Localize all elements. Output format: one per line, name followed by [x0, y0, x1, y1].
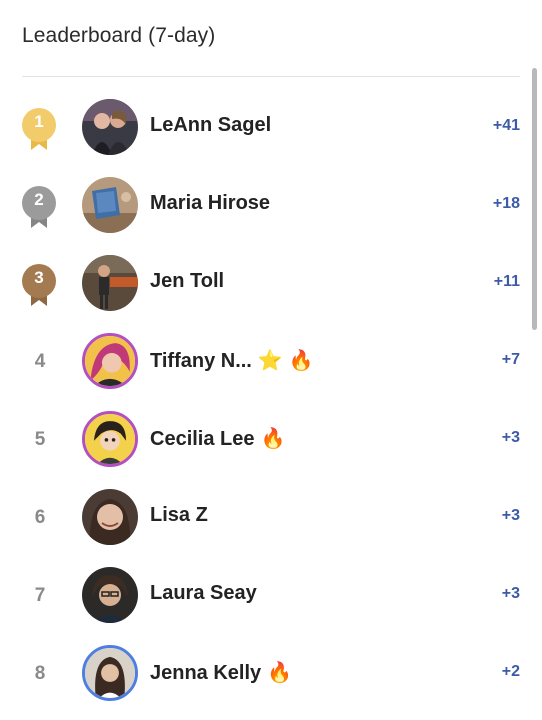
bronze-medal-icon: 3: [20, 264, 60, 306]
avatar[interactable]: [82, 333, 138, 389]
rank: 4: [20, 342, 60, 382]
leader-name[interactable]: Maria Hirose: [150, 192, 270, 215]
rank-number: 5: [34, 429, 46, 450]
rank-medal: 2: [20, 186, 60, 228]
fire-icon: 🔥: [288, 350, 314, 372]
avatar[interactable]: [82, 489, 138, 545]
leader-name[interactable]: Cecilia Lee 🔥: [150, 426, 285, 451]
leader-name[interactable]: Laura Seay: [150, 582, 257, 605]
star-icon: ⭐: [257, 350, 283, 372]
scrollbar[interactable]: [532, 68, 537, 330]
score: +7: [501, 351, 520, 368]
rank-number: 3: [34, 268, 44, 287]
score: +18: [492, 195, 520, 212]
leaderboard-row[interactable]: 1 LeAnn Sagel +41: [0, 88, 530, 166]
leaderboard-row[interactable]: 3 Jen Toll +11: [0, 244, 530, 322]
fire-icon: 🔥: [267, 662, 293, 684]
score: +41: [492, 117, 520, 134]
rank-number: 4: [34, 351, 46, 372]
rank-medal: 3: [20, 264, 60, 306]
leaderboard-row[interactable]: 2 Maria Hirose +18: [0, 166, 530, 244]
avatar[interactable]: [82, 255, 138, 311]
rank: 5: [20, 420, 60, 460]
rank-number: 7: [34, 585, 46, 606]
silver-medal-icon: 2: [20, 186, 60, 228]
page-title: Leaderboard (7-day): [22, 24, 216, 47]
score: +3: [501, 507, 520, 524]
rank-number: 8: [34, 663, 46, 684]
rank-number: 2: [34, 190, 44, 209]
leaderboard-row[interactable]: 8 Jenna Kelly 🔥 +2: [0, 634, 530, 712]
leader-name[interactable]: Jen Toll: [150, 270, 224, 293]
score: +2: [501, 663, 520, 680]
rank-medal: 1: [20, 108, 60, 150]
rank: 6: [20, 498, 60, 538]
rank-number: 1: [34, 112, 44, 131]
leaderboard-row[interactable]: 5 Cecilia Lee 🔥 +3: [0, 400, 530, 478]
rank: 7: [20, 576, 60, 616]
leaderboard-row[interactable]: 6 Lisa Z +3: [0, 478, 530, 556]
score: +11: [493, 273, 520, 290]
rank: 8: [20, 654, 60, 694]
leader-name[interactable]: Jenna Kelly 🔥: [150, 660, 292, 685]
gold-medal-icon: 1: [20, 108, 60, 150]
rank-number: 6: [34, 507, 46, 528]
score: +3: [501, 429, 520, 446]
avatar[interactable]: [82, 411, 138, 467]
score: +3: [501, 585, 520, 602]
fire-icon: 🔥: [260, 428, 286, 450]
leaderboard-row[interactable]: 4 Tiffany N... ⭐ 🔥 +7: [0, 322, 530, 400]
header-divider: [22, 76, 520, 77]
leader-name[interactable]: Lisa Z: [150, 504, 208, 527]
avatar[interactable]: [82, 177, 138, 233]
leaderboard-row[interactable]: 7 Laura Seay +3: [0, 556, 530, 634]
avatar[interactable]: [82, 99, 138, 155]
leader-name[interactable]: Tiffany N... ⭐ 🔥: [150, 348, 314, 373]
leader-name[interactable]: LeAnn Sagel: [150, 114, 271, 137]
avatar[interactable]: [82, 567, 138, 623]
avatar[interactable]: [82, 645, 138, 701]
